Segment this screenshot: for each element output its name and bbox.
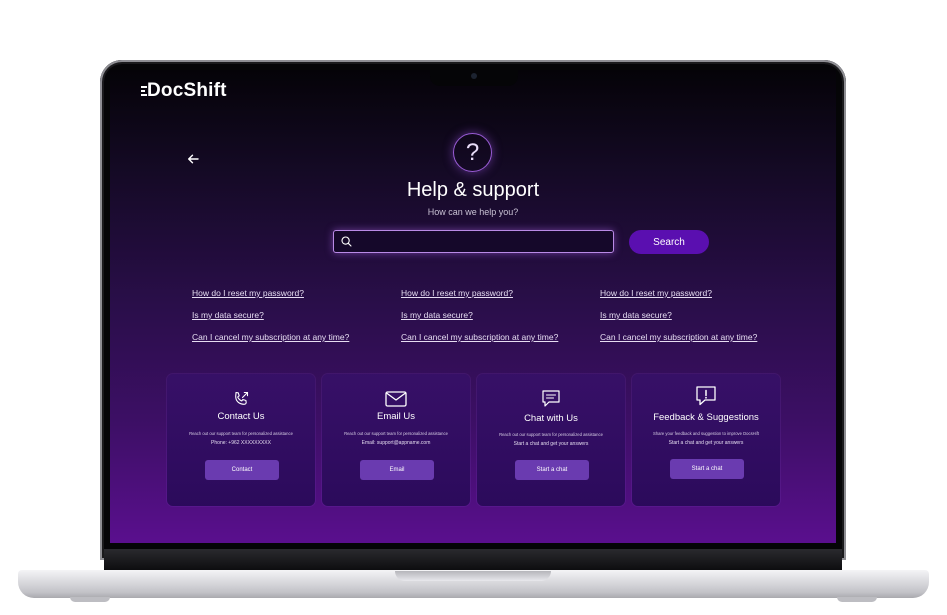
- card-icon-wrap: [322, 391, 470, 407]
- card-icon-wrap: [632, 385, 780, 407]
- contact-us-card: Contact Us Reach out our support team fo…: [167, 374, 315, 506]
- faq-column-3: How do I reset my password? Is my data s…: [600, 288, 757, 354]
- mail-icon: [385, 391, 407, 407]
- camera-icon: [471, 73, 477, 79]
- card-description: Share your feedback and suggestion to im…: [653, 431, 759, 436]
- card-detail: Start a chat and get your answers: [513, 441, 589, 447]
- card-title: Feedback & Suggestions: [653, 412, 759, 423]
- help-support-screen: DocShift ? Help & support How can we hel…: [110, 70, 836, 543]
- laptop-foot-right: [837, 597, 877, 602]
- camera-notch: [430, 68, 518, 86]
- start-chat-button[interactable]: Start a chat: [670, 459, 744, 479]
- email-button[interactable]: Email: [360, 460, 434, 480]
- faq-link[interactable]: How do I reset my password?: [192, 288, 349, 299]
- back-arrow-icon[interactable]: [186, 152, 200, 166]
- laptop-foot-left: [70, 597, 110, 602]
- feedback-suggestions-card: Feedback & Suggestions Share your feedba…: [632, 374, 780, 506]
- faq-link[interactable]: Can I cancel my subscription at any time…: [401, 332, 558, 343]
- card-icon-wrap: [167, 390, 315, 408]
- faq-column-1: How do I reset my password? Is my data s…: [192, 288, 349, 354]
- contact-button[interactable]: Contact: [205, 460, 279, 480]
- card-title: Email Us: [376, 411, 415, 422]
- start-chat-button[interactable]: Start a chat: [515, 460, 589, 480]
- chat-with-us-card: Chat with Us Reach out our support team …: [477, 374, 625, 506]
- faq-link[interactable]: How do I reset my password?: [600, 288, 757, 299]
- card-detail: Phone: +962 XXXXXXXXX: [211, 440, 271, 446]
- search-box[interactable]: [333, 230, 614, 253]
- laptop-hinge: [104, 549, 842, 571]
- faq-link[interactable]: Is my data secure?: [600, 310, 757, 321]
- card-detail: Start a chat and get your answers: [668, 440, 744, 446]
- laptop-thumb-notch: [395, 571, 551, 581]
- phone-icon: [235, 391, 249, 405]
- chat-icon: [542, 390, 560, 407]
- search-icon: [341, 236, 352, 247]
- faq-column-2: How do I reset my password? Is my data s…: [401, 288, 558, 354]
- card-description: Reach out our support team for personali…: [344, 431, 448, 436]
- faq-link[interactable]: Can I cancel my subscription at any time…: [192, 332, 349, 343]
- card-title: Chat with Us: [524, 413, 578, 424]
- card-detail: Email: support@appname.com: [361, 440, 431, 446]
- faq-link[interactable]: Is my data secure?: [192, 310, 349, 321]
- search-button[interactable]: Search: [629, 230, 709, 254]
- card-icon-wrap: [477, 389, 625, 409]
- help-question-icon: ?: [453, 133, 492, 172]
- page-subtitle: How can we help you?: [427, 207, 519, 217]
- email-us-card: Email Us Reach out our support team for …: [322, 374, 470, 506]
- card-description: Reach out our support team for personali…: [189, 431, 293, 436]
- card-description: Reach out our support team for personali…: [499, 432, 603, 437]
- feedback-icon: [696, 386, 716, 406]
- help-icon-glyph: ?: [465, 138, 480, 166]
- search-input[interactable]: [356, 235, 610, 248]
- logo[interactable]: DocShift: [141, 80, 227, 102]
- faq-link[interactable]: Is my data secure?: [401, 310, 558, 321]
- logo-text: DocShift: [147, 80, 227, 101]
- card-title: Contact Us: [217, 411, 265, 422]
- faq-link[interactable]: Can I cancel my subscription at any time…: [600, 332, 757, 343]
- faq-link[interactable]: How do I reset my password?: [401, 288, 558, 299]
- page-title: Help & support: [406, 179, 540, 201]
